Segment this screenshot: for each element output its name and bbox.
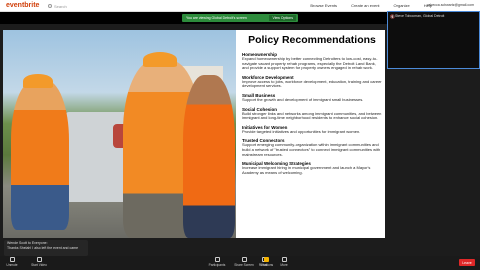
participants-icon: [214, 257, 220, 262]
chat-message: Thanks Shelah! I also left the event and…: [7, 245, 79, 250]
unmute-button[interactable]: Unmute: [0, 257, 24, 267]
chat-notification[interactable]: Wende Scott to Everyone: Thanks Shelah! …: [4, 240, 88, 256]
reactions-icon: [263, 257, 269, 262]
participants-label: Participants: [208, 263, 226, 267]
start-video-button[interactable]: Start Video: [27, 257, 51, 267]
section-body: Improve access to jobs, workforce develo…: [242, 78, 382, 89]
more-icon: [281, 257, 287, 262]
header-nav: Browse Events Create an event Organize H…: [310, 3, 432, 8]
participants-button[interactable]: Participants: [205, 257, 229, 267]
microphone-icon: [9, 257, 15, 262]
section-homeownership: Homeownership Expand homeownership by be…: [242, 52, 382, 71]
slide-title: Policy Recommendations: [248, 34, 376, 46]
photo-worker-right: [183, 75, 235, 238]
search-icon: [48, 4, 52, 8]
nav-organize[interactable]: Organize: [394, 3, 410, 8]
participant-video-tile[interactable]: 🔇 Steve Tobocman, Global Detroit: [387, 11, 480, 69]
reactions-label: Reactions: [258, 263, 274, 267]
section-women: Initiatives for Women Provide targeted i…: [242, 125, 382, 135]
unmute-label: Unmute: [6, 263, 18, 267]
meeting-toolbar: Unmute Start Video Participants Share Sc…: [0, 256, 480, 270]
screen-share-banner: You are viewing Global Detroit's screen …: [182, 14, 298, 22]
section-body: Build stronger links and networks among …: [242, 110, 382, 121]
photo-worker-left: [11, 80, 69, 230]
hard-hat-left: [23, 74, 53, 88]
slide-text-panel: Policy Recommendations Homeownership Exp…: [239, 30, 385, 238]
share-banner-text: You are viewing Global Detroit's screen: [186, 16, 247, 20]
user-account[interactable]: rebecca.schwartz@gmail.com: [427, 3, 474, 7]
section-body: Support the growth and development of im…: [242, 96, 364, 102]
section-small-business: Small Business Support the growth and de…: [242, 93, 382, 103]
nav-create-event[interactable]: Create an event: [351, 3, 379, 8]
slide-photo: [3, 30, 236, 238]
share-screen-label: Share Screen: [234, 263, 254, 267]
more-label: More: [280, 263, 288, 267]
leave-button[interactable]: Leave: [459, 259, 475, 266]
search-input[interactable]: Search: [48, 2, 84, 10]
section-body: Increase immigrant hiring in municipal g…: [242, 165, 371, 175]
section-body: Provide targeted initiatives and opportu…: [242, 128, 361, 134]
section-body: Expand homeownership by better connectin…: [242, 56, 378, 71]
start-video-label: Start Video: [31, 263, 47, 267]
video-camera-icon: [36, 257, 42, 262]
search-placeholder: Search: [54, 3, 67, 9]
section-municipal: Municipal Welcoming Strategies Increase …: [242, 161, 382, 175]
more-button[interactable]: More: [272, 257, 296, 267]
participant-name: Steve Tobocman, Global Detroit: [395, 14, 445, 18]
eventbrite-logo[interactable]: eventbrite: [6, 2, 39, 9]
share-screen-icon: [241, 257, 247, 262]
section-social-cohesion: Social Cohesion Build stronger links and…: [242, 107, 382, 121]
nav-browse-events[interactable]: Browse Events: [310, 3, 337, 8]
section-body: Support emerging community-organization …: [242, 142, 381, 157]
shared-slide: Policy Recommendations Homeownership Exp…: [3, 30, 385, 238]
hard-hat-center: [143, 52, 177, 67]
section-workforce: Workforce Development Improve access to …: [242, 75, 382, 89]
view-options-button[interactable]: View Options: [269, 15, 296, 21]
section-trusted-connectors: Trusted Connectors Support emerging comm…: [242, 138, 382, 157]
